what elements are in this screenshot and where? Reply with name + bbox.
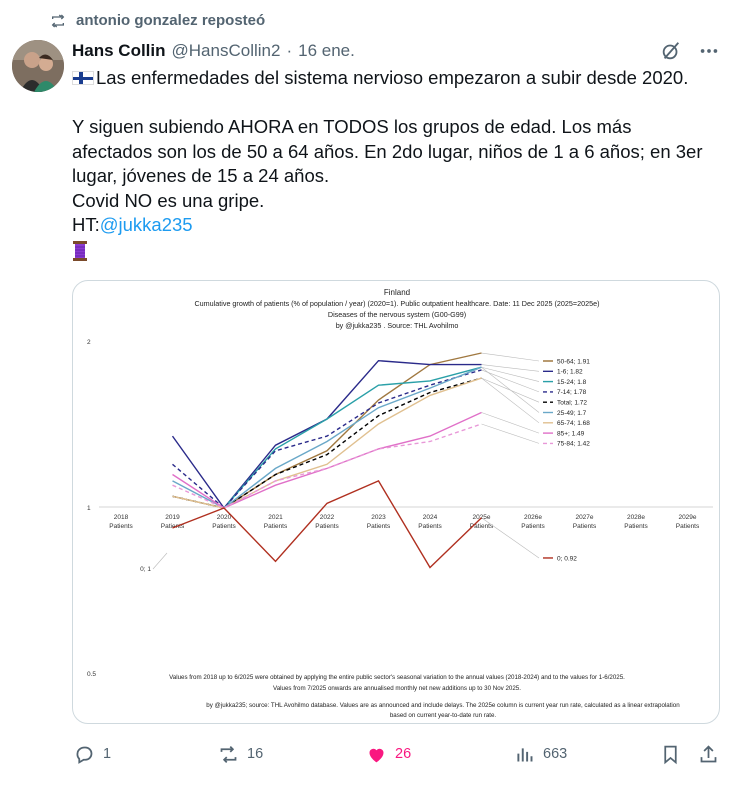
mention-link[interactable]: @jukka235 [100,214,193,235]
action-bar: 1 16 26 663 [72,740,720,768]
tweet-header: Hans Collin @HansCollin2 · 16 ene. [72,40,720,62]
x-tick-label: 2020 [217,514,232,521]
chart-image[interactable]: Finland Cumulative growth of patients (%… [72,280,720,724]
legend-leader [481,412,540,434]
tweet-line-3: Covid NO es una gripe. [72,189,265,211]
tweet-text: Las enfermedades del sistema nervioso em… [72,66,712,268]
reply-icon [76,746,93,764]
x-tick-sublabel: Patients [264,523,288,530]
footnote-4: based on current year-to-date run rate. [390,712,497,719]
views-button[interactable]: 663 [514,744,567,765]
repost-count: 16 [247,746,264,762]
bookmark-icon [664,745,677,764]
x-tick-sublabel: Patients [367,523,391,530]
y-tick-label: 1 [87,505,91,512]
repost-text[interactable]: antonio gonzalez reposteó [76,12,265,29]
analytics-icon [517,747,533,761]
x-tick-label: 2018 [114,514,129,521]
x-tick-label: 2019 [165,514,180,521]
legend-leader [481,366,540,382]
legend-label: 50-64; 1.91 [557,358,590,365]
footnote-1: Values from 2018 up to 6/2025 were obtai… [169,674,625,681]
x-tick-label: 2028e [627,514,645,521]
x-tick-sublabel: Patients [624,523,648,530]
legend-leader [481,364,540,372]
zero-start-label: 0; 1 [140,566,151,573]
like-count: 26 [395,746,412,762]
tweet-line-2: Y siguen subiendo AHORA en TODOS los gru… [72,116,703,186]
legend-label: 85+; 1.49 [557,430,585,437]
x-tick-label: 2023 [371,514,386,521]
x-tick-sublabel: Patients [418,523,442,530]
series-line-Total [172,377,482,509]
repost-indicator: antonio gonzalez reposteó [50,12,265,29]
ht-prefix: HT: [72,214,100,235]
repost-button[interactable]: 16 [218,744,263,765]
repost-icon [51,14,65,27]
share-button[interactable] [698,744,719,765]
zero-label-leader [152,552,168,570]
x-tick-label: 2024 [423,514,438,521]
legend-leader [481,423,540,444]
views-count: 663 [543,746,568,762]
heart-icon [369,748,384,762]
x-tick-sublabel: Patients [315,523,339,530]
x-tick-sublabel: Patients [573,523,597,530]
x-tick-label: 2029e [678,514,696,521]
footnote-2: Values from 7/2025 onwards are annualise… [273,685,521,692]
x-tick-label: 2026e [524,514,542,521]
post-date[interactable]: 16 ene. [298,41,355,61]
legend-label: 75-84; 1.42 [557,441,590,448]
chart-subtitle-2: Diseases of the nervous system (G00-G99) [328,310,466,319]
x-tick-sublabel: Patients [521,523,545,530]
legend-leader [481,369,540,393]
x-tick-sublabel: Patients [676,523,700,530]
x-tick-label: 2022 [320,514,335,521]
more-icon[interactable] [698,40,720,62]
series-line-85+ [172,411,482,509]
chart-subtitle-3: by @jukka235 . Source: THL Avohilmo [336,321,459,330]
legend-label: Total; 1.72 [557,400,587,407]
legend-label: 25-49; 1.7 [557,410,587,417]
legend-label: 1-6; 1.82 [557,369,583,376]
legend-label: 0; 0.92 [557,555,577,562]
legend-leader [481,366,540,413]
reply-button[interactable]: 1 [74,744,111,765]
series-line-65-74 [172,377,482,509]
reply-count: 1 [103,746,112,762]
finland-flag-icon [72,71,94,85]
author-name[interactable]: Hans Collin [72,41,166,61]
legend-label: 15-24; 1.8 [557,379,587,386]
series-line-50-64 [172,352,482,509]
legend-label: 65-74; 1.68 [557,420,590,427]
bookmark-button[interactable] [660,744,681,765]
x-tick-label: 2021 [268,514,283,521]
legend-leader [481,352,540,362]
legend-leader [481,377,540,424]
legend-label: 7-14; 1.78 [557,389,587,396]
separator: · [286,41,293,60]
share-icon [700,744,717,762]
y-tick-label: 0.5 [87,671,96,678]
chart-subtitle: Cumulative growth of patients (% of popu… [194,299,599,308]
repost-icon [220,745,237,763]
chart-svg: Finland Cumulative growth of patients (%… [87,288,713,719]
series-line-25-49 [172,366,482,509]
like-button[interactable]: 26 [366,744,411,765]
x-tick-sublabel: Patients [212,523,236,530]
tweet-line-1: Las enfermedades del sistema nervioso em… [96,67,689,88]
author-handle[interactable]: @HansCollin2 [172,41,281,61]
chart-title: Finland [384,288,410,297]
x-tick-label: 2027e [575,514,593,521]
avatar[interactable] [12,40,64,92]
y-tick-label: 2 [87,339,91,346]
thread-spool-icon [73,240,87,261]
x-tick-label: 2025e [472,514,490,521]
grok-icon[interactable] [660,40,682,62]
footnote-3: by @jukka235; source: THL Avohilmo datab… [206,702,680,709]
x-tick-sublabel: Patients [109,523,133,530]
